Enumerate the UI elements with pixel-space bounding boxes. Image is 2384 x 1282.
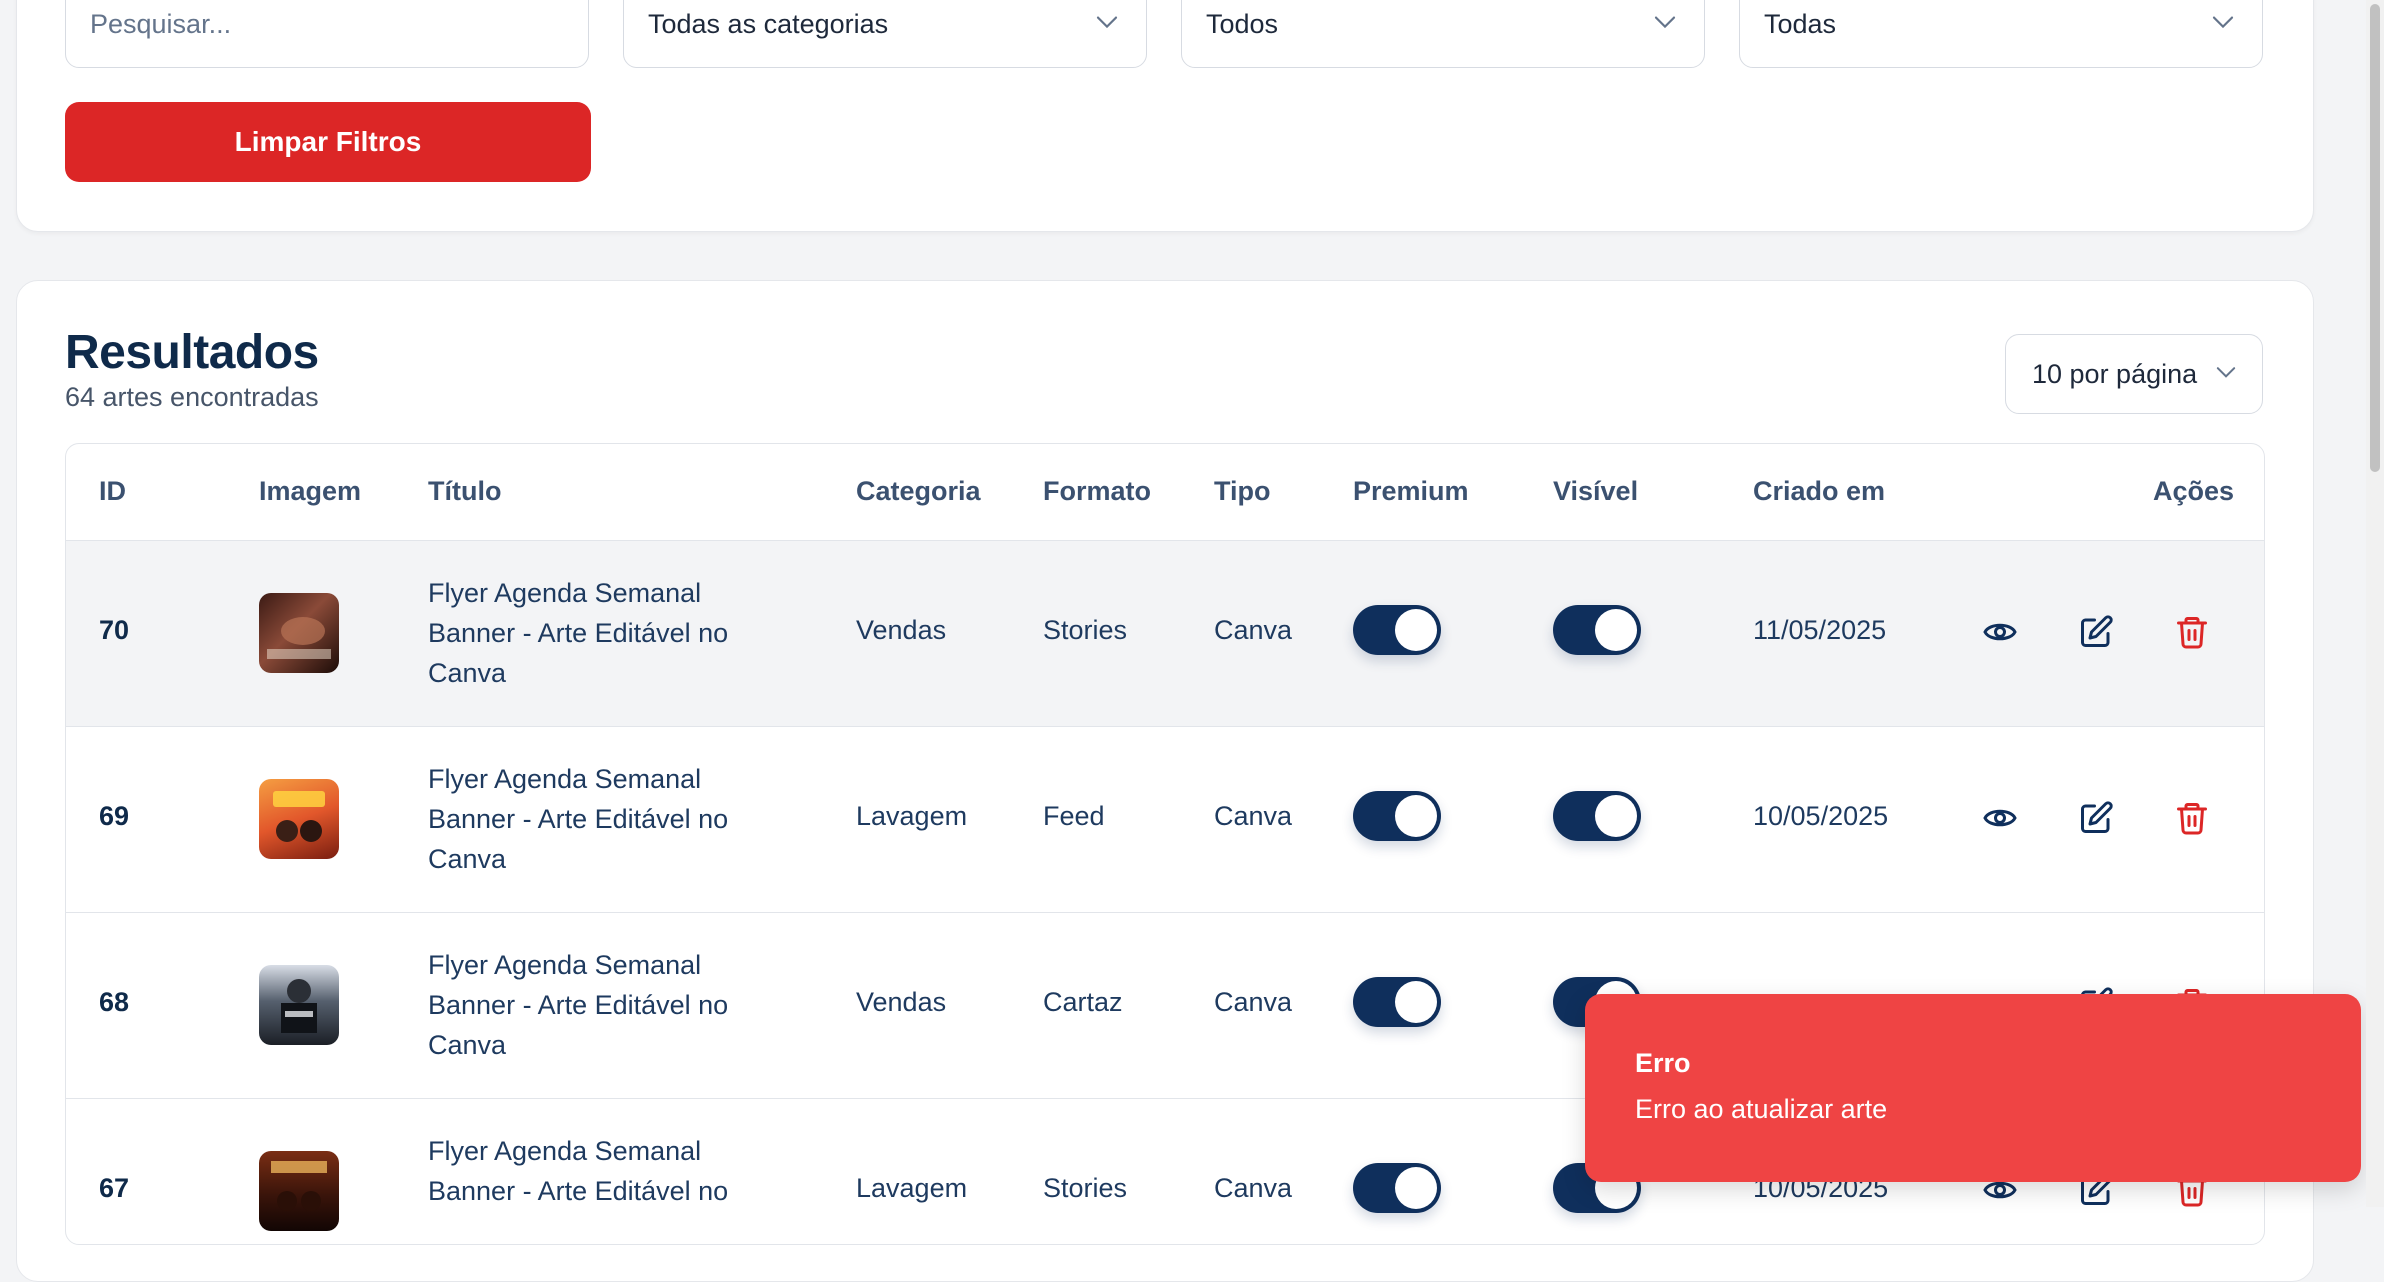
row-created: 10/05/2025 [1753,801,1889,831]
row-format: Feed [1043,801,1105,831]
chevron-down-icon [2212,16,2234,29]
visible-toggle[interactable] [1553,605,1641,655]
row-format: Stories [1043,615,1128,645]
art-thumbnail [259,593,339,673]
type-select-value: Todos [1206,8,1279,39]
category-select[interactable]: Todas as categorias [623,0,1147,68]
row-category: Lavagem [856,1173,968,1203]
row-type: Canva [1214,615,1293,645]
row-format: Cartaz [1043,987,1123,1017]
row-category: Vendas [856,987,947,1017]
row-id: 69 [99,801,130,831]
trash-icon[interactable] [2174,800,2210,836]
per-page-value: 10 por página [2032,358,2198,389]
col-actions: Ações [2152,476,2234,506]
toast-message: Erro ao atualizar arte [1635,1094,1888,1124]
row-title: Flyer Agenda Semanal Banner - Arte Editá… [428,1136,729,1206]
col-visible[interactable]: Visível [1553,476,1638,507]
col-premium[interactable]: Premium [1353,476,1469,507]
col-type[interactable]: Tipo [1214,476,1271,507]
per-page-select[interactable]: 10 por página [2005,334,2263,414]
format-select-value: Todas [1764,8,1837,39]
results-title: Resultados [65,326,319,379]
row-title: Flyer Agenda Semanal Banner - Arte Editá… [428,764,729,874]
art-thumbnail [259,965,339,1045]
thumbnail-image [281,979,317,1033]
premium-toggle[interactable] [1353,605,1441,655]
row-type: Canva [1214,1173,1293,1203]
col-id[interactable]: ID [99,476,126,507]
col-category[interactable]: Categoria [856,476,981,507]
col-title[interactable]: Título [428,476,501,507]
toast-title: Erro [1635,1048,1691,1078]
category-select-value: Todas as categorias [648,8,889,39]
thumbnail-image [273,791,325,842]
scrollbar-thumb[interactable] [2370,4,2380,472]
row-created: 11/05/2025 [1753,615,1887,645]
results-count: 64 artes encontradas [65,382,319,412]
col-created[interactable]: Criado em [1753,476,1885,507]
error-toast[interactable]: Erro Erro ao atualizar arte [1585,994,2361,1182]
premium-toggle[interactable] [1353,977,1441,1027]
edit-icon[interactable] [2078,800,2114,836]
type-select[interactable]: Todos [1181,0,1705,68]
art-thumbnail [259,1151,339,1231]
table-row: 69 Flyer Agenda Semanal Banner - Arte Ed… [66,727,2264,913]
col-format[interactable]: Formato [1043,476,1151,507]
chevron-down-icon [1096,16,1118,29]
row-type: Canva [1214,801,1293,831]
row-category: Vendas [856,615,947,645]
row-category: Lavagem [856,801,968,831]
trash-icon[interactable] [2174,614,2210,650]
row-id: 68 [99,987,130,1017]
thumbnail-image [267,617,331,659]
table-header: ID Imagem Título Categoria Formato Tipo … [66,444,2264,541]
row-format: Stories [1043,1173,1128,1203]
thumbnail-image [271,1161,327,1211]
chevron-down-icon [2216,367,2236,378]
edit-icon[interactable] [2078,614,2114,650]
row-title: Flyer Agenda Semanal Banner - Arte Editá… [428,578,729,688]
eye-icon[interactable] [1982,614,2018,650]
eye-icon[interactable] [1982,800,2018,836]
format-select[interactable]: Todas [1739,0,2263,68]
premium-toggle[interactable] [1353,1163,1441,1213]
art-thumbnail [259,779,339,859]
row-type: Canva [1214,987,1293,1017]
clear-filters-button[interactable]: Limpar Filtros [65,102,591,182]
col-image: Imagem [259,476,362,506]
chevron-down-icon [1654,16,1676,29]
row-id: 67 [99,1173,130,1203]
row-id: 70 [99,615,130,645]
row-title: Flyer Agenda Semanal Banner - Arte Editá… [428,950,729,1060]
table-row: 70 Flyer Agenda Semanal Banner - Arte Ed… [66,541,2264,727]
search-input[interactable]: Pesquisar... [65,0,589,68]
visible-toggle[interactable] [1553,791,1641,841]
premium-toggle[interactable] [1353,791,1441,841]
